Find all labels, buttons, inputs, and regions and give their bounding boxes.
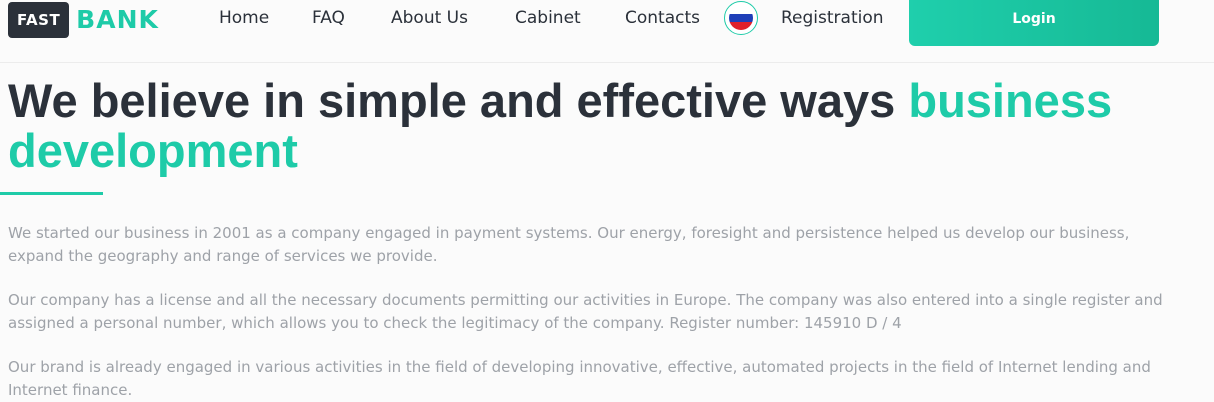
page-title: We believe in simple and effective ways … (8, 76, 1208, 176)
paragraph-line: Our brand is already engaged in various … (8, 358, 1151, 376)
language-switcher[interactable] (724, 1, 758, 35)
nav-contacts[interactable]: Contacts (625, 8, 700, 28)
login-button[interactable]: Login (909, 0, 1159, 46)
logo[interactable]: FAST BANK (8, 2, 159, 38)
about-paragraph-3: Our brand is already engaged in various … (8, 356, 1214, 402)
about-paragraph-1: We started our business in 2001 as a com… (8, 222, 1214, 268)
title-main: We believe in simple and effective ways (8, 74, 896, 127)
title-underline (0, 192, 103, 195)
about-paragraph-2: Our company has a license and all the ne… (8, 289, 1214, 335)
nav-registration[interactable]: Registration (781, 8, 884, 28)
title-accent-development: development (8, 124, 298, 177)
paragraph-line: expand the geography and range of servic… (8, 247, 438, 265)
nav-about-us[interactable]: About Us (391, 8, 468, 28)
site-header: FAST BANK Home FAQ About Us Cabinet Cont… (0, 0, 1214, 63)
paragraph-line: We started our business in 2001 as a com… (8, 224, 1130, 242)
nav-cabinet[interactable]: Cabinet (515, 8, 581, 28)
paragraph-line: assigned a personal number, which allows… (8, 314, 902, 332)
nav-home[interactable]: Home (219, 8, 269, 28)
logo-badge: FAST (8, 2, 70, 38)
paragraph-line: Our company has a license and all the ne… (8, 291, 1163, 309)
title-accent-business: business (908, 74, 1113, 127)
russia-flag-icon (729, 6, 753, 30)
nav-faq[interactable]: FAQ (312, 8, 345, 28)
logo-text: BANK (76, 5, 159, 34)
